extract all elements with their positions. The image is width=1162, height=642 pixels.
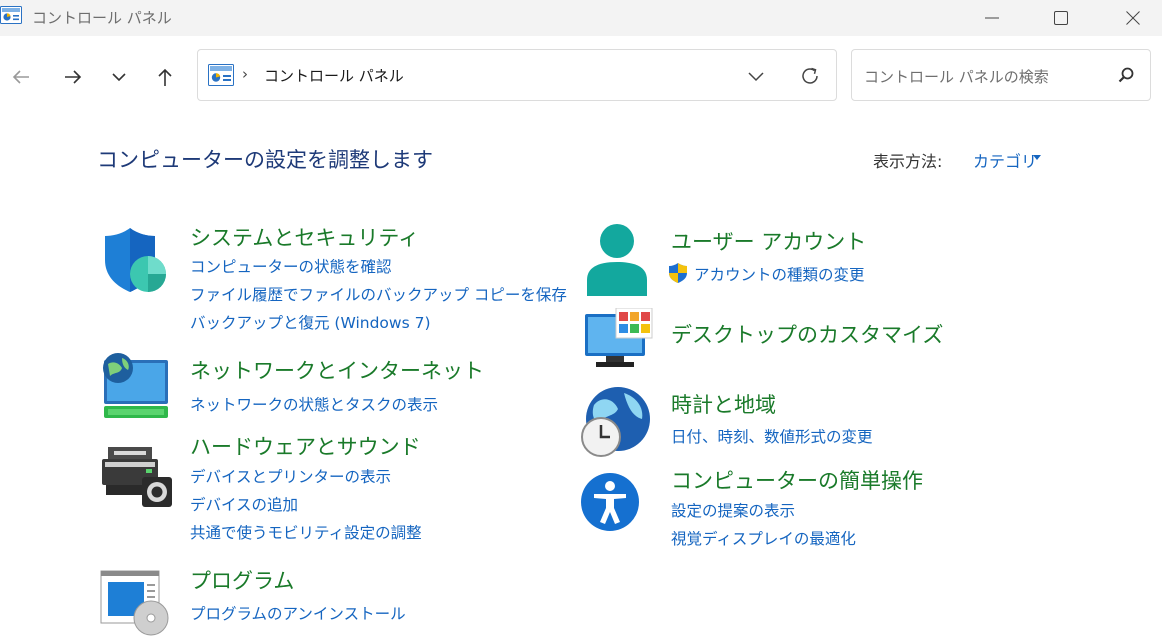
link-network-status-tasks[interactable]: ネットワークの状態とタスクの表示: [190, 393, 438, 415]
maximize-icon: [1054, 11, 1068, 25]
uac-shield-icon: [669, 263, 687, 283]
maximize-button[interactable]: [1038, 0, 1084, 36]
close-icon: [1126, 11, 1140, 25]
view-by-dropdown[interactable]: カテゴリ: [973, 148, 1037, 172]
user-icon[interactable]: [584, 222, 650, 298]
breadcrumb-separator: ›: [242, 65, 248, 83]
address-bar[interactable]: › コントロール パネル: [197, 49, 837, 101]
link-change-account-type[interactable]: アカウントの種類の変更: [694, 263, 865, 285]
window-title: コントロール パネル: [32, 9, 172, 27]
link-suggested-settings[interactable]: 設定の提案の表示: [671, 499, 795, 521]
globe-clock-icon[interactable]: [580, 385, 654, 459]
link-devices-printers[interactable]: デバイスとプリンターの表示: [190, 465, 391, 487]
arrow-left-icon: [12, 70, 29, 84]
up-button[interactable]: [150, 62, 180, 92]
breadcrumb-control-panel[interactable]: コントロール パネル: [264, 65, 404, 86]
printer-icon[interactable]: [100, 445, 174, 509]
caret-down-icon[interactable]: [1032, 154, 1042, 162]
arrow-up-icon: [158, 68, 172, 86]
forward-button[interactable]: [58, 62, 88, 92]
link-mobility-settings[interactable]: 共通で使うモビリティ設定の調整: [190, 521, 422, 543]
accessibility-icon[interactable]: [580, 466, 640, 538]
link-file-history-backup[interactable]: ファイル履歴でファイルのバックアップ コピーを保存: [190, 283, 567, 305]
search-icon[interactable]: [1116, 65, 1136, 85]
category-title-desktop-customization[interactable]: デスクトップのカスタマイズ: [671, 319, 943, 349]
search-box[interactable]: コントロール パネルの検索: [851, 49, 1151, 101]
shield-icon[interactable]: [100, 226, 170, 294]
category-title-ease-of-access[interactable]: コンピューターの簡単操作: [671, 465, 923, 495]
minimize-button[interactable]: [969, 0, 1015, 36]
arrow-right-icon: [65, 70, 82, 84]
address-dropdown-icon[interactable]: [744, 64, 768, 88]
control-panel-icon: [0, 6, 22, 24]
network-globe-icon[interactable]: [100, 350, 172, 422]
view-by-label: 表示方法:: [873, 152, 943, 171]
category-title-programs[interactable]: プログラム: [190, 565, 294, 595]
control-panel-icon: [208, 64, 234, 86]
search-placeholder[interactable]: コントロール パネルの検索: [864, 66, 1049, 87]
programs-disc-icon[interactable]: [100, 570, 172, 636]
navigation-bar: › コントロール パネル コントロール パネルの検索: [0, 36, 1162, 116]
category-title-clock-region[interactable]: 時計と地域: [671, 389, 776, 419]
back-button[interactable]: [6, 62, 36, 92]
link-backup-restore[interactable]: バックアップと復元 (Windows 7): [190, 311, 431, 333]
recent-locations-button[interactable]: [104, 62, 134, 92]
category-title-network-internet[interactable]: ネットワークとインターネット: [190, 355, 484, 385]
link-uninstall-program[interactable]: プログラムのアンインストール: [190, 602, 406, 624]
category-title-user-accounts[interactable]: ユーザー アカウント: [671, 226, 866, 256]
link-date-time-number-formats[interactable]: 日付、時刻、数値形式の変更: [671, 425, 873, 447]
category-title-hardware-sound[interactable]: ハードウェアとサウンド: [190, 431, 421, 461]
minimize-icon: [985, 17, 999, 19]
monitor-icon[interactable]: [584, 308, 654, 370]
link-optimize-visual-display[interactable]: 視覚ディスプレイの最適化: [671, 527, 856, 549]
refresh-icon[interactable]: [798, 64, 822, 88]
category-title-system-security[interactable]: システムとセキュリティ: [190, 222, 419, 252]
title-bar: コントロール パネル: [0, 0, 1162, 36]
page-title: コンピューターの設定を調整します: [97, 148, 433, 172]
chevron-down-icon: [112, 73, 126, 82]
link-check-computer-status[interactable]: コンピューターの状態を確認: [190, 255, 392, 277]
link-add-device[interactable]: デバイスの追加: [190, 493, 298, 515]
close-button[interactable]: [1110, 0, 1156, 36]
